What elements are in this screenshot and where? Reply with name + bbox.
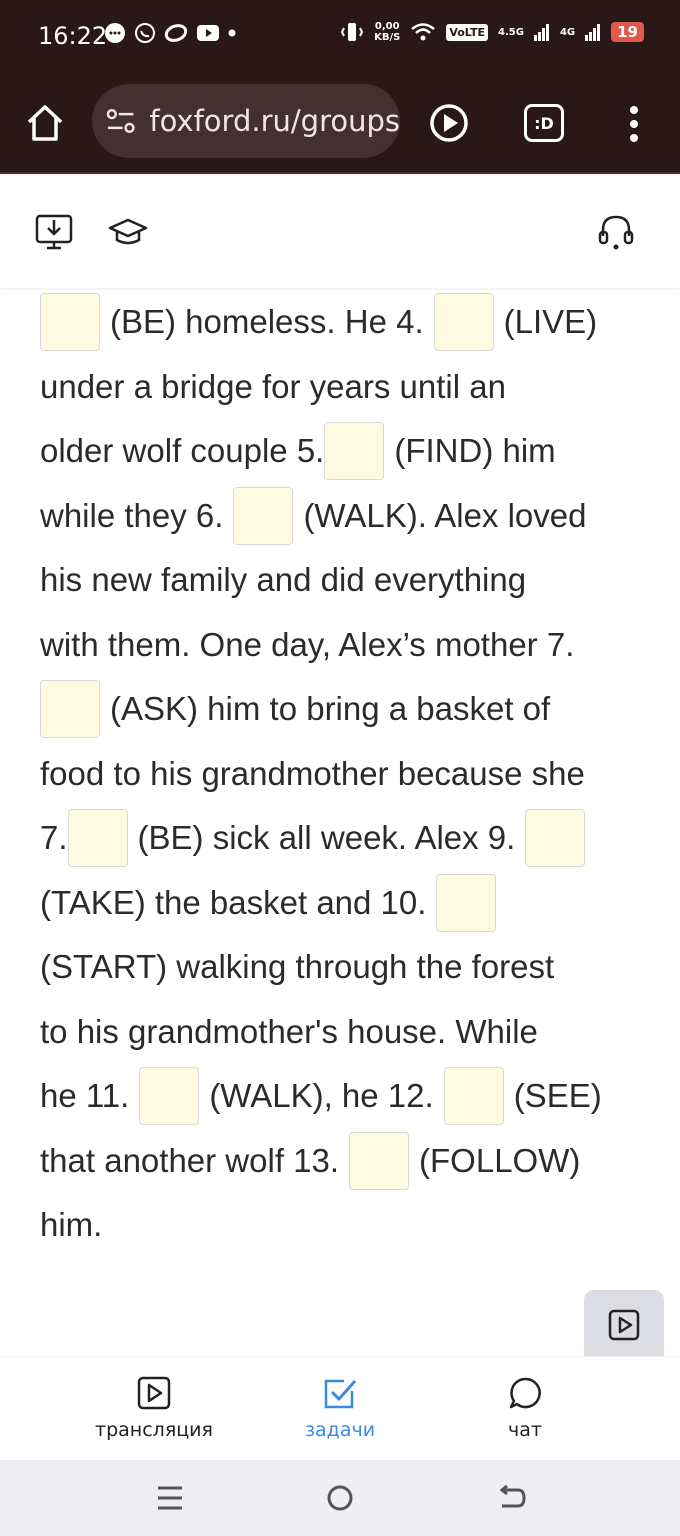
answer-blank-3[interactable] <box>40 293 100 352</box>
text-line: his new family and did everything <box>40 548 652 613</box>
text-segment: him. <box>40 1206 103 1243</box>
answer-blank-13[interactable] <box>349 1131 410 1190</box>
text-segment: (SEE) <box>513 1077 602 1114</box>
text-line: with them. One day, Alex’s mother 7. <box>40 613 652 678</box>
text-segment: that another wolf 13. <box>40 1141 340 1179</box>
home-icon[interactable] <box>24 102 66 144</box>
text-segment: with them. One day, Alex’s mother 7. <box>40 625 575 663</box>
answer-blank-5[interactable] <box>324 422 385 481</box>
text-segment: under a bridge for years until an <box>40 367 506 405</box>
broadcast-play-icon <box>137 1376 171 1410</box>
text-segment: (WALK), he 12. <box>209 1077 434 1114</box>
nav-broadcast-label: трансляция <box>95 1419 213 1441</box>
play-icon[interactable] <box>428 102 470 144</box>
bottom-navigation: трансляция задачи чат <box>0 1356 680 1460</box>
text-segment: to his grandmother's house. While <box>40 1012 538 1050</box>
wifi-icon <box>411 23 436 41</box>
answer-blank-11[interactable] <box>139 1067 200 1126</box>
url-text: foxford.ru/groups <box>149 104 400 138</box>
answer-blank-6[interactable] <box>233 486 294 545</box>
support-headset-icon[interactable] <box>596 212 636 252</box>
nav-chat-label: чат <box>508 1419 542 1441</box>
address-bar[interactable]: foxford.ru/groups <box>92 84 400 158</box>
answer-blank-7[interactable] <box>40 680 100 739</box>
text-line: while they 6. (WALK). Alex loved <box>40 484 652 549</box>
text-line: he 11. (WALK), he 12. (SEE) <box>40 1064 652 1129</box>
text-line: (TAKE) the basket and 10. <box>40 871 652 936</box>
text-segment: his new family and did everything <box>40 561 527 598</box>
net-speed: 0,00 KB/S <box>374 21 401 43</box>
network-type-1: 4.5G <box>498 26 524 38</box>
text-segment: (FOLLOW) <box>419 1141 581 1179</box>
floating-video-button[interactable] <box>584 1290 664 1356</box>
download-screen-icon[interactable] <box>34 212 74 252</box>
vibrate-icon <box>340 23 364 41</box>
text-line: to his grandmother's house. While <box>40 1000 652 1065</box>
dot-icon <box>228 29 236 37</box>
exercise-text: (BE) homeless. He 4. (LIVE) under a brid… <box>40 290 652 1258</box>
text-segment: (BE) sick all week. Alex 9. <box>137 819 516 856</box>
text-segment: food to his grandmother because she <box>40 754 585 792</box>
circle-app-icon <box>164 24 188 42</box>
text-line: food to his grandmother because she <box>40 742 652 807</box>
text-line: under a bridge for years until an <box>40 355 652 420</box>
back-icon[interactable] <box>494 1482 526 1514</box>
volte-badge: VoLTE <box>446 23 489 41</box>
text-segment: while they 6. <box>40 496 224 534</box>
system-navigation-bar <box>0 1460 680 1536</box>
nav-broadcast[interactable]: трансляция <box>54 1375 254 1441</box>
signal-icon <box>533 24 549 41</box>
text-segment: (ASK) him to bring a basket of <box>110 690 551 727</box>
play-square-icon <box>608 1309 640 1341</box>
text-line: 7. (BE) sick all week. Alex 9. <box>40 806 652 871</box>
nav-tasks[interactable]: задачи <box>240 1375 440 1441</box>
text-line: (ASK) him to bring a basket of <box>40 677 652 742</box>
text-segment: (FIND) him <box>394 432 556 469</box>
recent-apps-icon[interactable] <box>154 1482 186 1514</box>
answer-blank-12[interactable] <box>443 1067 504 1126</box>
nav-tasks-label: задачи <box>304 1419 376 1441</box>
status-app-icons <box>104 22 236 44</box>
text-segment: (BE) homeless. He 4. <box>110 303 424 340</box>
more-menu-icon[interactable] <box>620 104 648 144</box>
signal-icon-2 <box>585 24 601 41</box>
status-time: 16:22 <box>38 22 108 50</box>
home-circle-icon[interactable] <box>324 1482 356 1514</box>
text-segment: (WALK). Alex loved <box>303 496 587 534</box>
site-settings-icon[interactable] <box>104 104 137 138</box>
battery-indicator: 19 <box>611 22 644 42</box>
text-line: older wolf couple 5. (FIND) him <box>40 419 652 484</box>
exercise-content: (BE) homeless. He 4. (LIVE) under a brid… <box>0 290 680 1356</box>
text-segment: he 11. <box>40 1077 130 1114</box>
text-line: him. <box>40 1193 652 1258</box>
whatsapp-icon <box>135 23 155 43</box>
text-line: (START) walking through the forest <box>40 935 652 1000</box>
app-header <box>0 176 680 288</box>
text-segment: older wolf couple 5. <box>40 432 325 469</box>
network-type-2: 4G <box>559 26 576 38</box>
status-bar: 16:22 0,00 KB/S VoLTE 4.5G 4G 19 <box>0 0 680 74</box>
text-segment: 7. <box>40 819 68 856</box>
answer-blank-10[interactable] <box>436 873 497 932</box>
nav-chat[interactable]: чат <box>425 1375 625 1441</box>
message-icon <box>105 23 125 43</box>
answer-blank-9[interactable] <box>525 809 586 868</box>
graduation-cap-icon[interactable] <box>108 212 148 252</box>
text-segment: (START) walking through the forest <box>40 948 555 985</box>
youtube-icon <box>197 25 219 41</box>
text-segment: (TAKE) the basket and 10. <box>40 883 427 921</box>
browser-toolbar: foxford.ru/groups :D <box>0 74 680 174</box>
text-line: that another wolf 13. (FOLLOW) <box>40 1129 652 1194</box>
answer-blank-4[interactable] <box>433 293 494 352</box>
tab-switcher-button[interactable]: :D <box>524 104 564 142</box>
status-indicators: 0,00 KB/S VoLTE 4.5G 4G 19 <box>340 20 644 44</box>
answer-blank-8[interactable] <box>67 809 128 868</box>
text-line: (BE) homeless. He 4. (LIVE) <box>40 290 652 355</box>
text-segment: (LIVE) <box>503 303 598 340</box>
chat-bubble-icon <box>509 1377 541 1409</box>
checkbox-icon <box>324 1379 357 1409</box>
